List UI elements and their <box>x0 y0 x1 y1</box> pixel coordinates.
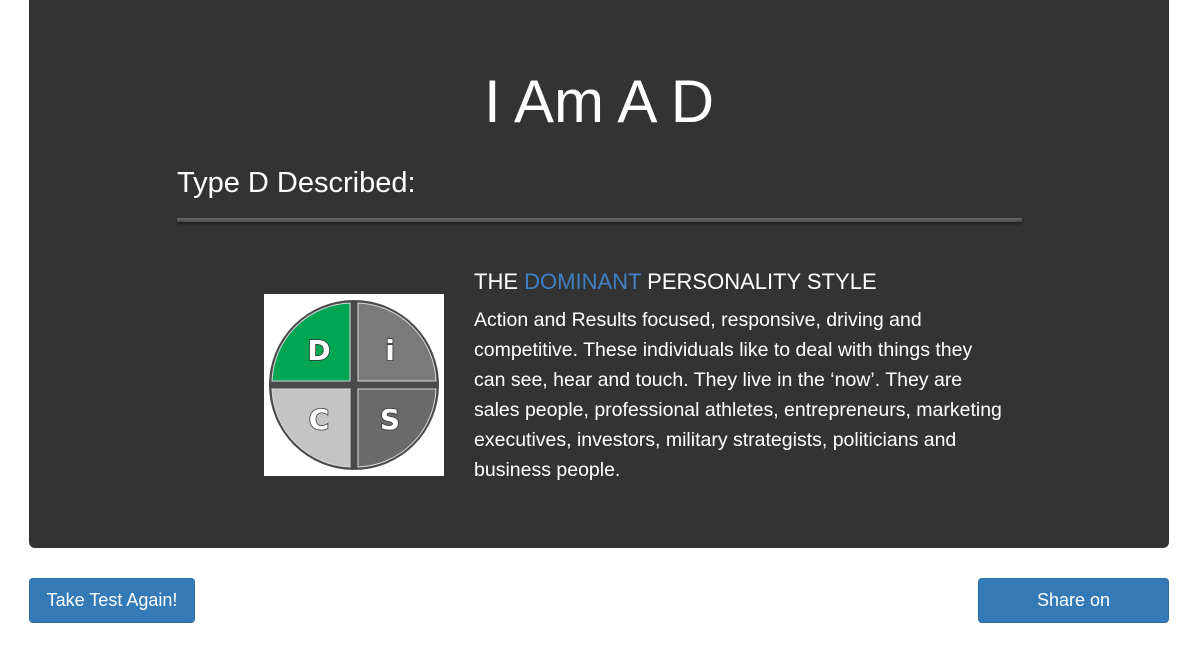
style-description: Action and Results focused, responsive, … <box>474 309 1002 481</box>
style-heading-prefix: THE <box>474 269 525 294</box>
disc-chart-image: D i C S <box>264 294 444 476</box>
result-panel: I Am A D Type D Described: D i C S THE D… <box>29 0 1169 548</box>
disc-letter-d: D <box>307 334 330 367</box>
disc-letter-s: S <box>380 403 400 436</box>
style-heading-suffix: PERSONALITY STYLE <box>641 269 877 294</box>
take-test-again-button[interactable]: Take Test Again! <box>29 578 195 623</box>
page-title: I Am A D <box>483 68 715 135</box>
divider <box>177 218 1022 222</box>
share-on-facebook-button[interactable]: Share on Facebook <box>978 578 1169 653</box>
style-heading: THE DOMINANT PERSONALITY STYLE <box>474 267 877 297</box>
disc-letter-i: i <box>385 334 395 367</box>
disc-letter-c: C <box>309 403 330 436</box>
style-heading-accent: DOMINANT <box>524 269 642 294</box>
section-title: Type D Described: <box>177 167 416 199</box>
